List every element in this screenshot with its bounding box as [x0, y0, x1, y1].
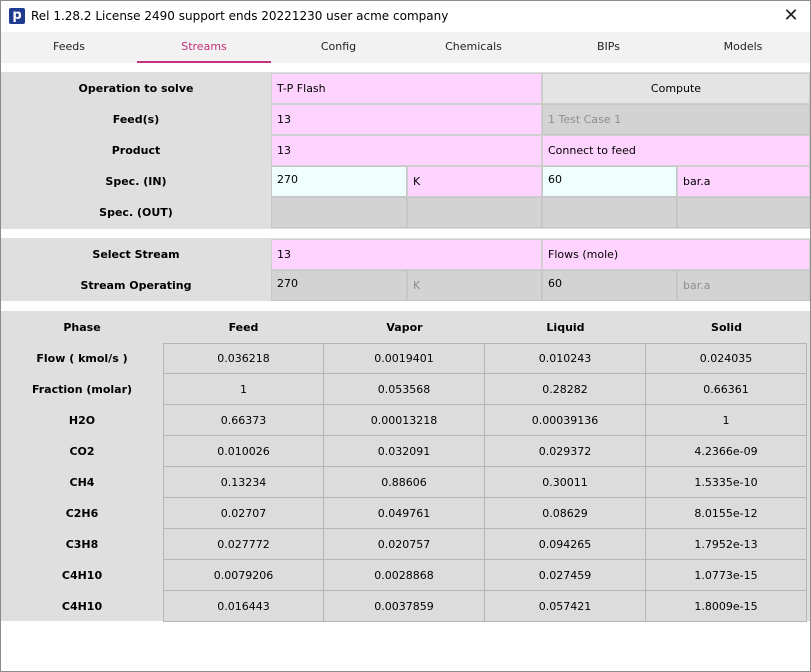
table-cell: 0.020757: [324, 529, 485, 560]
feeds-input[interactable]: 13: [271, 104, 542, 135]
spec-out-field-4: [677, 197, 810, 228]
product-label: Product: [111, 144, 161, 157]
table-cell: 0.30011: [485, 467, 646, 498]
operation-select[interactable]: T-P Flash: [271, 73, 542, 104]
table-cell: 0.094265: [485, 529, 646, 560]
row-label: CH4: [69, 476, 95, 489]
spec-in-pressure-unit[interactable]: bar.a: [677, 166, 810, 197]
table-cell: 0.057421: [485, 591, 646, 622]
tab-bips[interactable]: BIPs: [541, 32, 676, 63]
tab-models[interactable]: Models: [676, 32, 810, 63]
column-header: Solid: [711, 321, 742, 334]
table-cell: 1.8009e-15: [646, 591, 807, 622]
table-cell: 4.2366e-09: [646, 436, 807, 467]
table-cell: 0.66361: [646, 374, 807, 405]
row-label: C4H10: [61, 569, 103, 582]
table-cell: 0.13234: [163, 467, 324, 498]
table-cell: 0.02707: [163, 498, 324, 529]
spec-out-field-2: [407, 197, 542, 228]
spec-in-pressure-input[interactable]: 60: [542, 166, 677, 197]
table-cell: 0.0079206: [163, 560, 324, 591]
spec-in-label: Spec. (IN): [105, 175, 167, 188]
flow-basis-select[interactable]: Flows (mole): [542, 239, 810, 270]
select-stream-label: Select Stream: [92, 248, 180, 261]
table-cell: 0.08629: [485, 498, 646, 529]
column-header: Feed: [228, 321, 259, 334]
table-cell: 0.010026: [163, 436, 324, 467]
row-label: C3H8: [65, 538, 99, 551]
select-stream-input[interactable]: 13: [271, 239, 542, 270]
stream-operating-label: Stream Operating: [80, 279, 192, 292]
table-cell: 1: [646, 405, 807, 436]
spec-in-temperature-input[interactable]: 270: [271, 166, 407, 197]
table-cell: 0.029372: [485, 436, 646, 467]
row-label: C4H10: [61, 600, 103, 613]
tab-streams[interactable]: Streams: [137, 32, 271, 63]
product-connect-select[interactable]: Connect to feed: [542, 135, 810, 166]
table-cell: 0.016443: [163, 591, 324, 622]
stream-temperature: 270: [271, 270, 407, 301]
window-title: Rel 1.28.2 License 2490 support ends 202…: [31, 9, 449, 23]
tab-feeds[interactable]: Feeds: [1, 32, 137, 63]
table-cell: 0.28282: [485, 374, 646, 405]
table-cell: 0.027772: [163, 529, 324, 560]
feeds-select[interactable]: 1 Test Case 1: [542, 104, 810, 135]
spec-out-field-3: [542, 197, 677, 228]
spec-in-temperature-unit[interactable]: K: [407, 166, 542, 197]
table-cell: 0.66373: [163, 405, 324, 436]
table-cell: 8.0155e-12: [646, 498, 807, 529]
spec-out-label: Spec. (OUT): [99, 206, 173, 219]
table-cell: 0.00039136: [485, 405, 646, 436]
table-cell: 0.049761: [324, 498, 485, 529]
table-cell: 0.053568: [324, 374, 485, 405]
table-cell: 0.0037859: [324, 591, 485, 622]
table-cell: 1.5335e-10: [646, 467, 807, 498]
column-header: Liquid: [546, 321, 585, 334]
app-logo-icon: p: [9, 8, 25, 24]
tab-config[interactable]: Config: [271, 32, 406, 63]
table-cell: 1: [163, 374, 324, 405]
tab-chemicals[interactable]: Chemicals: [406, 32, 541, 63]
table-cell: 1.7952e-13: [646, 529, 807, 560]
table-cell: 0.036218: [163, 343, 324, 374]
operation-label: Operation to solve: [78, 82, 194, 95]
row-label: C2H6: [65, 507, 99, 520]
column-header: Vapor: [386, 321, 423, 334]
stream-pressure: 60: [542, 270, 677, 301]
row-label: CO2: [69, 445, 95, 458]
row-label: Flow ( kmol/s ): [36, 352, 128, 365]
table-cell: 0.024035: [646, 343, 807, 374]
spec-out-field-1: [271, 197, 407, 228]
tab-bar: Feeds Streams Config Chemicals BIPs Mode…: [1, 32, 810, 63]
stream-pressure-unit: bar.a: [677, 270, 810, 301]
table-cell: 0.0019401: [324, 343, 485, 374]
row-label: Fraction (molar): [31, 383, 133, 396]
row-label: H2O: [68, 414, 96, 427]
table-cell: 0.010243: [485, 343, 646, 374]
feeds-label: Feed(s): [112, 113, 160, 126]
compute-button[interactable]: Compute: [542, 73, 810, 104]
product-input[interactable]: 13: [271, 135, 542, 166]
table-cell: 0.88606: [324, 467, 485, 498]
stream-temperature-unit: K: [407, 270, 542, 301]
table-cell: 1.0773e-15: [646, 560, 807, 591]
table-cell: 0.027459: [485, 560, 646, 591]
column-header: Phase: [63, 321, 101, 334]
table-cell: 0.032091: [324, 436, 485, 467]
table-cell: 0.00013218: [324, 405, 485, 436]
table-cell: 0.0028868: [324, 560, 485, 591]
close-icon[interactable]: ✕: [780, 6, 802, 26]
title-bar: p Rel 1.28.2 License 2490 support ends 2…: [1, 1, 810, 32]
app-window: p Rel 1.28.2 License 2490 support ends 2…: [0, 0, 811, 672]
